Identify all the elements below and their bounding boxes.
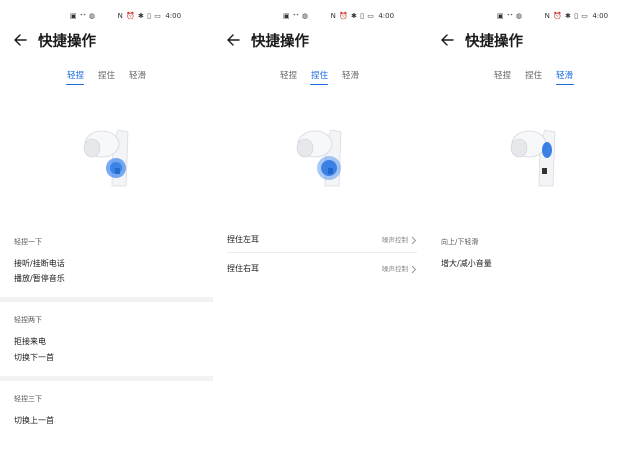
hold-screen: ▣ ᐩᐩ ◍ N ⏰ ✱ ▯ ▭ 4:00 快捷操作 轻捏 捏住 轻滑 捏住左耳… xyxy=(213,0,426,469)
section-heading-single: 轻捏一下 xyxy=(14,238,42,246)
back-arrow-icon[interactable] xyxy=(225,32,241,48)
tab-pinch[interactable]: 轻捏 xyxy=(494,69,511,85)
pinch-screen: ▣ ᐩᐩ ◍ N ⏰ ✱ ▯ ▭ 4:00 快捷操作 轻捏 捏住 轻滑 轻捏一下… xyxy=(0,0,213,469)
section-heading-swipe: 向上/下轻滑 xyxy=(441,238,479,246)
tab-bar: 轻捏 捏住 轻滑 xyxy=(0,69,213,85)
swipe-screen: ▣ ᐩᐩ ◍ N ⏰ ✱ ▯ ▭ 4:00 快捷操作 轻捏 捏住 轻滑 向上/下… xyxy=(427,0,640,469)
action-play-pause: 播放/暂停音乐 xyxy=(14,274,65,283)
page-title: 快捷操作 xyxy=(251,33,309,50)
status-bar: ▣ ᐩᐩ ◍ N ⏰ ✱ ▯ ▭ 4:00 xyxy=(497,10,608,22)
status-bar: ▣ ᐩᐩ ◍ N ⏰ ✱ ▯ ▭ 4:00 xyxy=(70,10,181,22)
tab-swipe[interactable]: 轻滑 xyxy=(556,69,573,85)
status-time: 4:00 xyxy=(165,12,182,20)
earbud-illustration xyxy=(78,124,138,194)
status-right-icons: N ⏰ ✱ ▯ ▭ xyxy=(117,12,162,20)
page-title: 快捷操作 xyxy=(38,33,96,50)
section-divider xyxy=(0,297,213,302)
status-left-icons: ▣ ᐩᐩ ◍ xyxy=(70,12,96,20)
tab-swipe[interactable]: 轻滑 xyxy=(342,69,359,85)
hold-left-ear-label: 捏住左耳 xyxy=(227,234,259,244)
tab-hold[interactable]: 捏住 xyxy=(311,69,328,85)
tab-swipe[interactable]: 轻滑 xyxy=(129,69,146,85)
tab-pinch[interactable]: 轻捏 xyxy=(280,69,297,85)
hold-right-ear-value: 噪声控制 xyxy=(382,265,408,273)
chevron-right-icon xyxy=(411,230,417,249)
earbud-illustration xyxy=(505,124,565,194)
section-divider xyxy=(0,376,213,381)
action-volume: 增大/减小音量 xyxy=(441,259,492,268)
tab-hold[interactable]: 捏住 xyxy=(525,69,542,85)
back-arrow-icon[interactable] xyxy=(439,32,455,48)
status-right-icons: N ⏰ ✱ ▯ ▭ xyxy=(330,12,375,20)
action-next-track: 切换下一首 xyxy=(14,353,54,362)
title-bar: 快捷操作 xyxy=(439,30,523,50)
action-answer-call: 接听/挂断电话 xyxy=(14,259,65,268)
status-left-icons: ▣ ᐩᐩ ◍ xyxy=(283,12,309,20)
title-bar: 快捷操作 xyxy=(12,30,96,50)
section-heading-double: 轻捏两下 xyxy=(14,316,42,324)
row-divider xyxy=(227,252,417,253)
hold-left-ear-row[interactable]: 捏住左耳 噪声控制 xyxy=(227,229,417,249)
chevron-right-icon xyxy=(411,259,417,278)
earbud-illustration xyxy=(291,124,351,194)
action-reject-call: 拒接来电 xyxy=(14,337,46,346)
page-title: 快捷操作 xyxy=(465,33,523,50)
hold-left-ear-value: 噪声控制 xyxy=(382,236,408,244)
tab-pinch[interactable]: 轻捏 xyxy=(67,69,84,85)
status-time: 4:00 xyxy=(378,12,395,20)
status-right-icons: N ⏰ ✱ ▯ ▭ xyxy=(544,12,589,20)
status-time: 4:00 xyxy=(592,12,609,20)
title-bar: 快捷操作 xyxy=(225,30,309,50)
status-bar: ▣ ᐩᐩ ◍ N ⏰ ✱ ▯ ▭ 4:00 xyxy=(283,10,394,22)
tab-bar: 轻捏 捏住 轻滑 xyxy=(427,69,640,85)
status-left-icons: ▣ ᐩᐩ ◍ xyxy=(497,12,523,20)
hold-right-ear-label: 捏住右耳 xyxy=(227,263,259,273)
section-heading-triple: 轻捏三下 xyxy=(14,395,42,403)
hold-right-ear-row[interactable]: 捏住右耳 噪声控制 xyxy=(227,258,417,278)
tab-hold[interactable]: 捏住 xyxy=(98,69,115,85)
tab-bar: 轻捏 捏住 轻滑 xyxy=(213,69,426,85)
back-arrow-icon[interactable] xyxy=(12,32,28,48)
action-previous-track: 切换上一首 xyxy=(14,416,54,425)
